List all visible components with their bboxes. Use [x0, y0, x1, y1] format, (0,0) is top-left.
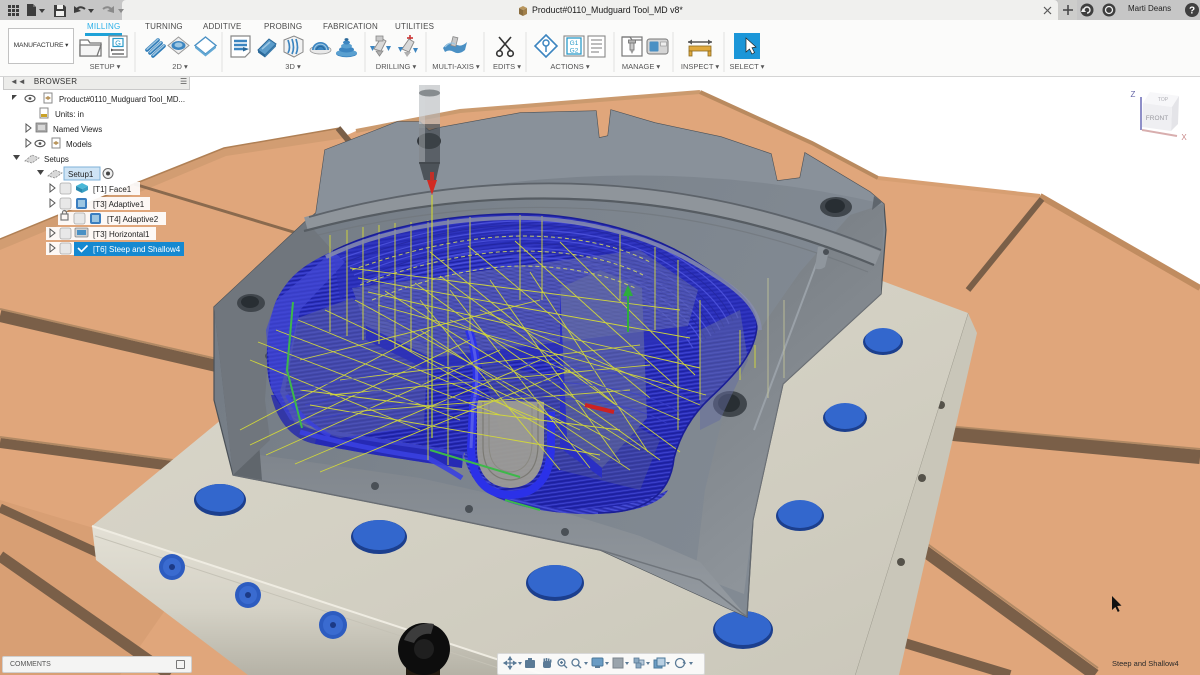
svg-text:[T3] Adaptive1: [T3] Adaptive1: [93, 200, 145, 209]
svg-text:Named Views: Named Views: [53, 125, 102, 134]
svg-text:Setup1: Setup1: [68, 170, 94, 179]
svg-text:Z: Z: [1131, 90, 1136, 99]
svg-text:Product#0110_Mudguard Tool_MD.: Product#0110_Mudguard Tool_MD...: [59, 95, 185, 104]
svg-text:TOP: TOP: [1158, 97, 1169, 103]
svg-text:X: X: [1181, 133, 1187, 142]
svg-text:[T4] Adaptive2: [T4] Adaptive2: [107, 215, 159, 224]
svg-text:G1: G1: [570, 40, 579, 47]
svg-text:Units: in: Units: in: [55, 110, 84, 119]
svg-text:G: G: [115, 39, 121, 48]
svg-text:Models: Models: [66, 140, 92, 149]
svg-text:FRONT: FRONT: [1146, 115, 1168, 122]
svg-text:G2: G2: [570, 48, 579, 55]
svg-text:Setups: Setups: [44, 155, 69, 164]
svg-text:[T6] Steep and Shallow4: [T6] Steep and Shallow4: [93, 245, 181, 254]
svg-text:[T1] Face1: [T1] Face1: [93, 185, 132, 194]
svg-text:?: ?: [1189, 6, 1195, 17]
svg-text:[T3] Horizontal1: [T3] Horizontal1: [93, 230, 150, 239]
